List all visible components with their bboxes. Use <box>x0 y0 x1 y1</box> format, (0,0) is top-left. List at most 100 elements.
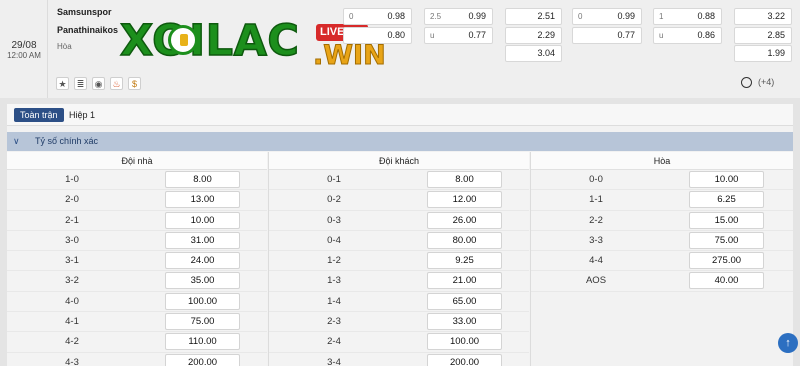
score-odds-button[interactable]: 26.00 <box>427 211 502 229</box>
odds-h1-1x2-draw[interactable]: 1.99 <box>734 45 792 62</box>
score-odds-button[interactable]: 10.00 <box>165 211 240 229</box>
score-label: 0-1 <box>327 174 341 185</box>
odds-value: 0.86 <box>697 30 715 40</box>
score-odds-button[interactable]: 40.00 <box>689 272 764 290</box>
odds-h1-over[interactable]: 1 0.88 <box>653 8 722 25</box>
draw-label: Hòa <box>57 42 72 51</box>
home-win-column: Đội nhà 1-0 8.00 2-0 13.00 2-1 10.00 3-0 31.00 3… <box>7 152 267 366</box>
score-row: 3-1 24.00 <box>7 251 267 272</box>
odds-value: 0.77 <box>617 30 635 40</box>
score-row: 4-2 110.00 <box>7 332 267 353</box>
more-markets-button[interactable]: (+4) <box>741 77 774 89</box>
score-odds-button[interactable]: 8.00 <box>165 171 240 188</box>
away-win-column: Đội khách 0-1 8.00 0-2 12.00 0-3 26.00 0-4 80.0… <box>269 152 529 366</box>
score-label: 3-4 <box>327 356 341 366</box>
match-date: 29/08 <box>11 40 37 51</box>
score-odds-button[interactable]: 10.00 <box>689 171 764 188</box>
score-odds-button[interactable]: 100.00 <box>165 292 240 310</box>
score-odds-button[interactable]: 110.00 <box>165 333 240 351</box>
chevron-down-icon: ∨ <box>13 136 20 146</box>
odds-handicap-away[interactable]: 0.80 <box>343 27 412 44</box>
odds-value: 0.99 <box>468 11 486 21</box>
score-odds-button[interactable]: 12.00 <box>427 191 502 209</box>
odds-1x2-draw[interactable]: 3.04 <box>505 45 562 62</box>
score-odds-button[interactable]: 75.00 <box>689 231 764 249</box>
score-odds-button[interactable]: 33.00 <box>427 313 502 331</box>
match-datetime: 29/08 12:00 AM <box>0 0 48 98</box>
score-row: 4-4 275.00 <box>531 251 793 272</box>
score-odds-button[interactable]: 80.00 <box>427 231 502 249</box>
odds-h1-under[interactable]: u 0.86 <box>653 27 722 44</box>
score-label: 2-0 <box>65 194 79 206</box>
column-header: Hòa <box>531 152 793 170</box>
odds-value: 2.51 <box>537 11 555 21</box>
tab-full-match[interactable]: Toàn trận <box>14 108 64 122</box>
correct-score-header[interactable]: ∨ Tỷ số chính xác <box>7 132 793 151</box>
odds-h1-handicap-home[interactable]: 0 0.99 <box>572 8 642 25</box>
odds-h1-handicap-away[interactable]: 0.77 <box>572 27 642 44</box>
eye-icon[interactable]: ◉ <box>92 77 105 90</box>
score-row: 0-2 12.00 <box>269 190 529 211</box>
column-header: Đội khách <box>269 152 529 170</box>
odds-1x2-away[interactable]: 2.29 <box>505 27 562 44</box>
odds-over[interactable]: 2.5 0.99 <box>424 8 493 25</box>
xoilac-logo-watermark: XOILAC LIVE((•)) .WIN <box>119 15 386 75</box>
score-odds-button[interactable]: 9.25 <box>427 252 502 270</box>
score-odds-button[interactable]: 6.25 <box>689 191 764 209</box>
score-row: 4-3 200.00 <box>7 352 267 366</box>
odds-value: 0.98 <box>387 11 405 21</box>
score-row: 2-1 10.00 <box>7 210 267 231</box>
odds-value: 0.77 <box>468 30 486 40</box>
score-row: 0-4 80.00 <box>269 230 529 252</box>
score-odds-button[interactable]: 8.00 <box>427 171 502 188</box>
score-odds-button[interactable]: 65.00 <box>427 292 502 310</box>
score-label: 1-3 <box>327 275 341 287</box>
scroll-to-top-button[interactable]: ↑ <box>778 333 798 353</box>
fire-icon[interactable]: ♨ <box>110 77 123 90</box>
score-row: 3-2 35.00 <box>7 271 267 292</box>
odds-h1-1x2-away[interactable]: 2.85 <box>734 27 792 44</box>
section-title: Tỷ số chính xác <box>35 136 99 146</box>
score-label: 2-3 <box>327 316 341 328</box>
odds-h1-1x2-home[interactable]: 3.22 <box>734 8 792 25</box>
score-label: 2-4 <box>327 336 341 348</box>
star-icon[interactable]: ★ <box>56 77 69 90</box>
odds-under[interactable]: u 0.77 <box>424 27 493 44</box>
score-odds-button[interactable]: 15.00 <box>689 211 764 229</box>
score-label: 1-2 <box>327 255 341 267</box>
score-odds-button[interactable]: 75.00 <box>165 313 240 331</box>
score-odds-button[interactable]: 24.00 <box>165 252 240 270</box>
score-odds-button[interactable]: 200.00 <box>165 353 240 366</box>
odds-1x2-home[interactable]: 2.51 <box>505 8 562 25</box>
score-label: 3-2 <box>65 275 79 287</box>
score-row: 1-1 6.25 <box>531 190 793 211</box>
coin-icon[interactable]: $ <box>128 77 141 90</box>
score-label: 0-0 <box>589 174 603 185</box>
score-odds-button[interactable]: 31.00 <box>165 231 240 249</box>
total-line: 2.5 <box>430 12 442 21</box>
score-row: 1-0 8.00 <box>7 170 267 191</box>
handicap-line: 0 <box>349 12 354 21</box>
score-label: 4-4 <box>589 255 603 267</box>
odds-handicap-home[interactable]: 0 0.98 <box>343 8 412 25</box>
score-row: 1-4 65.00 <box>269 291 529 313</box>
odds-value: 0.88 <box>697 11 715 21</box>
score-odds-button[interactable]: 200.00 <box>427 353 502 366</box>
stats-icon[interactable]: ≣ <box>74 77 87 90</box>
odds-value: 3.22 <box>767 11 785 21</box>
score-label: 3-1 <box>65 255 79 267</box>
away-team-name[interactable]: Panathinaikos <box>57 25 118 35</box>
score-odds-button[interactable]: 21.00 <box>427 272 502 290</box>
total-line: u <box>430 31 435 40</box>
score-odds-button[interactable]: 100.00 <box>427 333 502 351</box>
score-label: 4-2 <box>65 336 79 348</box>
score-odds-button[interactable]: 35.00 <box>165 272 240 290</box>
home-team-name[interactable]: Samsunspor <box>57 7 112 17</box>
match-time: 12:00 AM <box>7 51 41 60</box>
score-odds-button[interactable]: 13.00 <box>165 191 240 209</box>
score-label: AOS <box>585 275 607 287</box>
score-odds-button[interactable]: 275.00 <box>689 252 764 270</box>
soccer-ball-icon <box>741 77 752 89</box>
tab-first-half[interactable]: Hiệp 1 <box>63 108 101 122</box>
odds-value: 2.85 <box>767 30 785 40</box>
